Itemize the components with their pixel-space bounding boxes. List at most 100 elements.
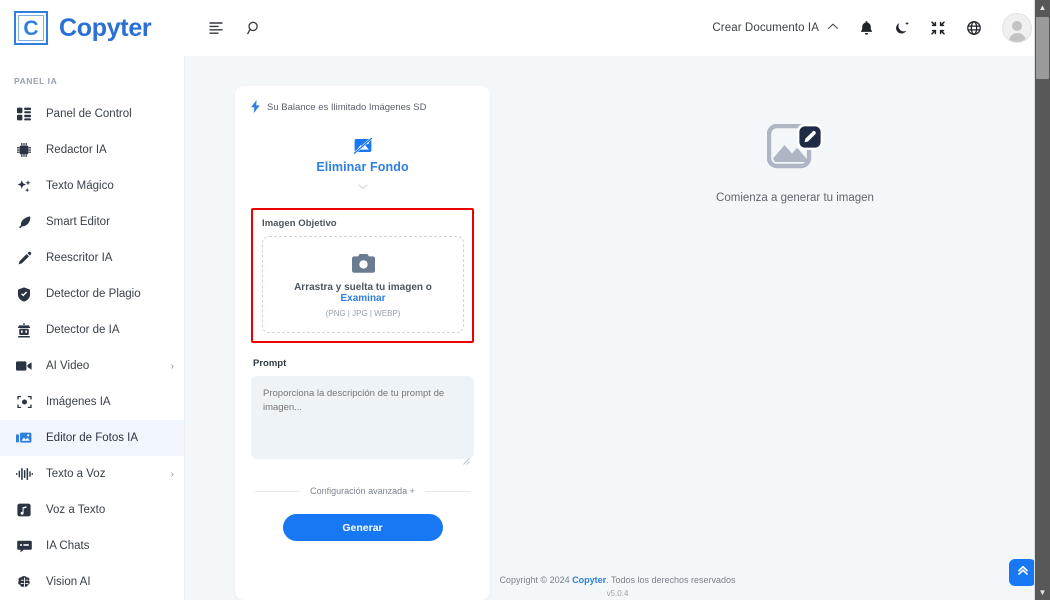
- dropzone-text: Arrastra y suelta tu imagen o Examinar: [271, 282, 455, 304]
- chevron-right-icon: ›: [170, 360, 174, 372]
- sidebar-item-label: Smart Editor: [46, 216, 110, 228]
- sidebar-item-redactor-ia[interactable]: Redactor IA: [0, 132, 184, 168]
- sidebar-item-label: Texto Mágico: [46, 180, 114, 192]
- brain-icon: [14, 575, 34, 590]
- sidebar-item-label: AI Video: [46, 360, 90, 372]
- lightning-bolt-icon: [251, 100, 260, 115]
- left-column: Su Balance es Ilimitado Imágenes SD Elim…: [185, 86, 540, 600]
- main-content: Su Balance es Ilimitado Imágenes SD Elim…: [185, 56, 1050, 600]
- globe-icon[interactable]: [966, 20, 982, 36]
- advanced-settings-label: Configuración avanzada +: [310, 486, 415, 496]
- sidebar-item-label: Redactor IA: [46, 144, 107, 156]
- scrollbar-up-arrow[interactable]: ▲: [1035, 0, 1050, 15]
- divider-left: [255, 490, 301, 492]
- generate-button[interactable]: Generar: [282, 514, 443, 541]
- avatar[interactable]: [1002, 13, 1032, 43]
- chevron-down-icon[interactable]: [251, 182, 474, 192]
- sidebar-item-vision-ai[interactable]: Vision AI: [0, 564, 184, 600]
- avatar-body: [1008, 33, 1026, 42]
- sidebar-item-texto-a-voz[interactable]: Texto a Voz ›: [0, 456, 184, 492]
- top-header: C Copyter Crear Documento IA: [0, 0, 1050, 56]
- menu-list-icon[interactable]: [208, 20, 224, 36]
- ai-chip-icon: [14, 143, 34, 157]
- sidebar-item-imagenes-ia[interactable]: Imágenes IA: [0, 384, 184, 420]
- tool-block[interactable]: Eliminar Fondo: [251, 135, 474, 202]
- robot-icon: [14, 322, 34, 338]
- header-right-cluster: Crear Documento IA: [712, 13, 1032, 43]
- sidebar-item-panel-de-control[interactable]: Panel de Control: [0, 96, 184, 132]
- sidebar-item-label: Imágenes IA: [46, 396, 111, 408]
- sidebar: PANEL IA Panel de Control Redactor IA Te…: [0, 56, 185, 600]
- browse-link[interactable]: Examinar: [340, 293, 385, 304]
- photo-edit-icon: [14, 431, 34, 445]
- generator-card: Su Balance es Ilimitado Imágenes SD Elim…: [235, 86, 490, 600]
- camera-frame-icon: [14, 395, 34, 409]
- target-image-highlight: Imagen Objetivo Arrastra y suelta tu ima…: [251, 208, 474, 343]
- feather-pen-icon: [14, 215, 34, 230]
- chevron-up-icon[interactable]: [827, 22, 839, 34]
- sidebar-item-label: Panel de Control: [46, 108, 132, 120]
- sidebar-item-smart-editor[interactable]: Smart Editor: [0, 204, 184, 240]
- footer: Copyright © 2024 Copyter. Todos los dere…: [185, 575, 1050, 600]
- prompt-input[interactable]: [251, 376, 474, 459]
- balance-row: Su Balance es Ilimitado Imágenes SD: [251, 100, 474, 115]
- image-edit-placeholder-icon: [716, 124, 874, 176]
- sidebar-item-label: Detector de Plagio: [46, 288, 141, 300]
- sidebar-item-label: Detector de IA: [46, 324, 120, 336]
- sidebar-item-reescritor-ia[interactable]: Reescritor IA: [0, 240, 184, 276]
- sidebar-item-ia-chats[interactable]: IA Chats: [0, 528, 184, 564]
- sidebar-item-texto-magico[interactable]: Texto Mágico: [0, 168, 184, 204]
- preview-placeholder-text: Comienza a generar tu imagen: [716, 192, 874, 204]
- page-scrollbar[interactable]: ▲ ▼: [1035, 0, 1050, 600]
- scrollbar-thumb[interactable]: [1036, 17, 1049, 79]
- header-tools: [208, 20, 262, 36]
- right-column: Comienza a generar tu imagen: [540, 86, 1050, 600]
- create-document-label: Crear Documento IA: [712, 22, 819, 34]
- sidebar-section-label: PANEL IA: [14, 76, 58, 86]
- sidebar-item-detector-de-ia[interactable]: Detector de IA: [0, 312, 184, 348]
- chat-bubble-icon: [14, 540, 34, 553]
- sparkles-icon: [14, 179, 34, 194]
- avatar-head: [1012, 21, 1022, 31]
- sidebar-item-label: Texto a Voz: [46, 468, 106, 480]
- sidebar-item-detector-de-plagio[interactable]: Detector de Plagio: [0, 276, 184, 312]
- brand-name: Copyter: [59, 13, 152, 42]
- search-icon[interactable]: [246, 20, 262, 36]
- compress-icon[interactable]: [930, 20, 946, 36]
- user-avatar-image: [1002, 13, 1032, 43]
- sidebar-item-label: Vision AI: [46, 576, 91, 588]
- preview-placeholder: Comienza a generar tu imagen: [716, 124, 874, 600]
- brand-initial: C: [23, 16, 39, 40]
- sidebar-item-voz-a-texto[interactable]: Voz a Texto: [0, 492, 184, 528]
- shield-check-icon: [14, 286, 34, 302]
- copyright-suffix: . Todos los derechos reservados: [606, 575, 736, 585]
- sidebar-item-label: Editor de Fotos IA: [46, 432, 139, 444]
- version-text: v5.0.4: [606, 589, 629, 596]
- brand-logo[interactable]: C Copyter: [14, 11, 184, 45]
- prompt-wrapper: [251, 376, 474, 465]
- tool-name: Eliminar Fondo: [316, 160, 409, 174]
- dashboard-grid-icon: [14, 107, 34, 121]
- scroll-to-top-button[interactable]: [1009, 559, 1036, 586]
- content-area: Su Balance es Ilimitado Imágenes SD Elim…: [185, 56, 1050, 600]
- scrollbar-down-arrow[interactable]: ▼: [1035, 585, 1050, 600]
- balance-text: Su Balance es Ilimitado Imágenes SD: [267, 102, 427, 113]
- bell-icon[interactable]: [859, 20, 874, 36]
- chevron-right-icon: ›: [170, 468, 174, 480]
- footer-brand[interactable]: Copyter: [572, 575, 606, 585]
- sidebar-item-label: IA Chats: [46, 540, 90, 552]
- prompt-label: Prompt: [253, 358, 287, 369]
- target-image-label: Imagen Objetivo: [262, 218, 337, 229]
- sidebar-item-editor-de-fotos-ia[interactable]: Editor de Fotos IA: [0, 420, 184, 456]
- moon-icon[interactable]: [894, 20, 910, 36]
- dropzone-formats: (PNG | JPG | WEBP): [325, 309, 401, 318]
- create-document-button[interactable]: Crear Documento IA: [712, 22, 839, 34]
- music-note-icon: [14, 503, 34, 517]
- image-dropzone[interactable]: Arrastra y suelta tu imagen o Examinar (…: [262, 236, 464, 333]
- double-chevron-up-icon: [1016, 563, 1030, 582]
- sidebar-item-ai-video[interactable]: AI Video ›: [0, 348, 184, 384]
- waveform-icon: [14, 467, 34, 481]
- advanced-settings-row[interactable]: Configuración avanzada +: [255, 486, 471, 496]
- image-remove-background-icon: [251, 137, 474, 155]
- sidebar-item-label: Reescritor IA: [46, 252, 113, 264]
